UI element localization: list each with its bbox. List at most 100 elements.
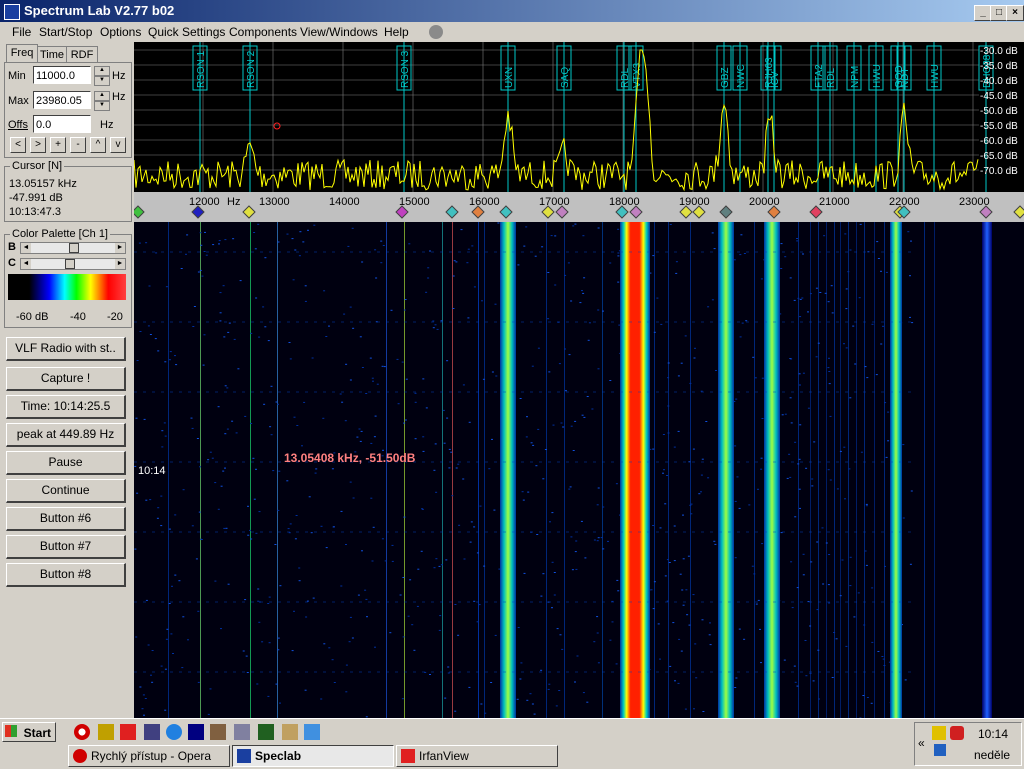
quicklaunch-icon-11[interactable] [304,724,320,740]
offset-field[interactable]: 0.0 [33,115,91,133]
waterfall-speckle [739,629,741,630]
station-label: NWC [736,64,747,88]
waterfall-speckle [257,224,259,225]
taskbar-item-speclab[interactable]: Speclab [232,745,394,767]
slider-left-arrow-icon[interactable]: ◄ [21,243,31,253]
menu-view-windows[interactable]: View/Windows [300,25,378,39]
scroll-down-button[interactable]: v [110,137,126,153]
scroll-right-button[interactable]: > [30,137,46,153]
quicklaunch-icon-5[interactable] [166,724,182,740]
quicklaunch-icon-9[interactable] [258,724,274,740]
taskbar-item-irfanview[interactable]: IrfanView [396,745,558,767]
zoom-out-button[interactable]: - [70,137,86,153]
waterfall-speckle [669,666,671,667]
clock-time[interactable]: 10:14 [978,727,1008,741]
waterfall-speckle [461,229,463,230]
waterfall-speckle [307,601,309,602]
waterfall-speckle [739,508,741,509]
zoom-in-button[interactable]: + [50,137,66,153]
waterfall-speckle [345,691,347,692]
quicklaunch-icon-8[interactable] [234,724,250,740]
app-icon[interactable] [4,4,20,20]
freq-tick-label: 15000 [399,196,430,208]
tab-time[interactable]: Time [37,46,67,63]
waterfall-speckle [200,270,202,271]
waterfall-speckle [693,594,695,595]
button-8[interactable]: Button #8 [6,563,126,587]
waterfall-speckle [161,446,163,447]
tray-expand-chevron-icon[interactable]: « [918,736,925,750]
menu-help[interactable]: Help [384,25,409,39]
waterfall-speckle [674,526,676,527]
opera-icon[interactable] [74,724,90,740]
close-button[interactable]: × [1006,5,1024,21]
scroll-up-button[interactable]: ^ [90,137,106,153]
quicklaunch-icon-10[interactable] [282,724,298,740]
brightness-slider[interactable]: ◄ ► [20,242,126,254]
menu-options[interactable]: Options [100,25,141,39]
tab-freq[interactable]: Freq [6,44,38,63]
pause-button[interactable]: Pause [6,451,126,475]
max-freq-field[interactable]: 23980.05 [33,91,91,109]
waterfall-speckle [479,604,481,605]
continue-button[interactable]: Continue [6,479,126,503]
taskbar-item-opera[interactable]: Rychlý přístup - Opera [68,745,230,767]
waterfall-speckle [822,527,824,528]
waterfall-display[interactable]: 10:14 13.05408 kHz, -51.50dB [134,222,1024,718]
waterfall-speckle [860,224,862,225]
waterfall-speckle [313,225,315,226]
menu-quick-settings[interactable]: Quick Settings [148,25,225,39]
speaker-icon[interactable] [932,726,946,740]
tab-rdf[interactable]: RDF [66,46,98,63]
peak-button[interactable]: peak at 449.89 Hz [6,423,126,447]
waterfall-speckle [674,560,676,561]
menu-start-stop[interactable]: Start/Stop [39,25,92,39]
brightness-thumb[interactable] [69,243,79,253]
waterfall-speckle [250,333,252,334]
spectrum-display[interactable]: RSON 1RSON 2RSON 3UXNSAQRDLVTX3GBZNWCRJH… [134,42,1024,222]
slider-right-arrow-icon[interactable]: ► [115,259,125,269]
quicklaunch-icon-7[interactable] [210,724,226,740]
waterfall-speckle [805,640,807,641]
security-shield-icon[interactable] [950,726,964,740]
time-button[interactable]: Time: 10:14:25.5 [6,395,126,419]
quicklaunch-icon-4[interactable] [144,724,160,740]
waterfall-speckle [169,603,171,604]
waterfall-speckle [564,349,566,350]
windows-logo-icon [5,725,17,737]
waterfall-speckle [480,506,482,507]
quicklaunch-icon-6[interactable] [188,724,204,740]
waterfall-speckle [425,292,427,293]
waterfall-thin-line [452,222,453,718]
capture-button[interactable]: Capture ! [6,367,126,391]
min-freq-spinner[interactable]: ▲▼ [94,66,110,84]
max-freq-spinner[interactable]: ▲▼ [94,91,110,109]
min-freq-field[interactable]: 11000.0 [33,66,91,84]
waterfall-speckle [433,327,435,328]
waterfall-speckle [227,429,229,430]
color-palette-bar[interactable] [8,274,126,300]
db-tick-label: -50.0 dB [980,106,1018,117]
slider-right-arrow-icon[interactable]: ► [115,243,125,253]
waterfall-speckle [349,641,351,642]
waterfall-speckle [707,306,709,307]
contrast-slider[interactable]: ◄ ► [20,258,126,270]
waterfall-speckle [674,447,676,448]
vlf-radio-button[interactable]: VLF Radio with st.. [6,337,126,361]
slider-left-arrow-icon[interactable]: ◄ [21,259,31,269]
menu-components[interactable]: Components [229,25,297,39]
waterfall-speckle [292,650,294,651]
keyboard-layout-icon[interactable] [934,744,946,756]
db-tick-label: -55.0 dB [980,121,1018,132]
irfanview-quick-icon[interactable] [120,724,136,740]
button-6[interactable]: Button #6 [6,507,126,531]
waterfall-speckle [219,240,221,241]
waterfall-speckle [866,377,868,378]
contrast-label: C [8,257,16,269]
scroll-left-button[interactable]: < [10,137,26,153]
button-7[interactable]: Button #7 [6,535,126,559]
waterfall-speckle [790,359,792,360]
contrast-thumb[interactable] [65,259,75,269]
menu-file[interactable]: File [12,25,31,39]
quicklaunch-icon-2[interactable] [98,724,114,740]
